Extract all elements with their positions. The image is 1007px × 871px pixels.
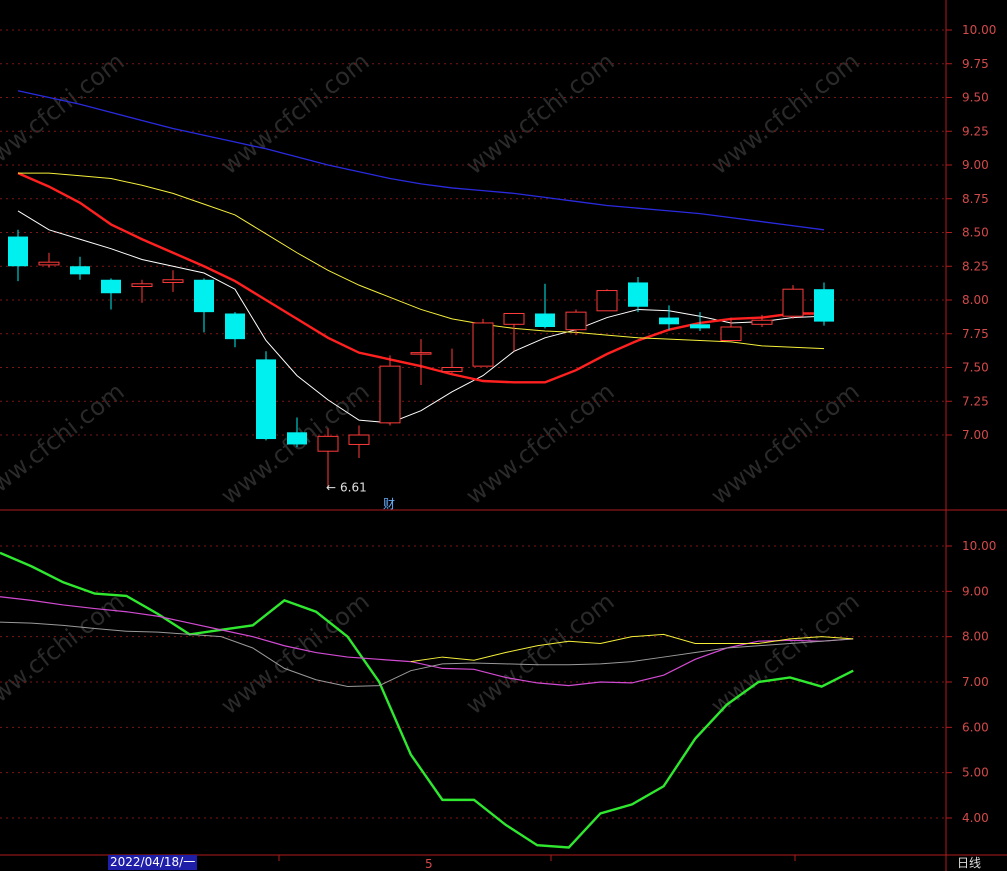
main-price-tick-label: 7.25: [962, 394, 989, 408]
candle-body: [535, 313, 555, 327]
watermark-layer: www.cfchi.com www.cfchi.com www.cfchi.com w…: [0, 47, 865, 720]
main-price-tick-label: 7.50: [962, 361, 989, 375]
watermark-text: www.cfchi.com: [0, 377, 130, 510]
main-price-tick-label: 7.75: [962, 327, 989, 341]
candle-body: [317, 435, 339, 452]
candle-body: [287, 432, 307, 445]
indicator-tick-label: 8.00: [962, 630, 989, 644]
moving-average-line: [17, 90, 825, 231]
indicator-tick-label: 6.00: [962, 720, 989, 734]
candle-body: [101, 279, 121, 294]
main-price-tick-label: 9.00: [962, 158, 989, 172]
candle-body: [194, 279, 214, 313]
low-price-label: 6.61: [340, 481, 367, 495]
watermark-text: www.cfchi.com: [461, 47, 620, 180]
watermark-text: www.cfchi.com: [216, 587, 375, 720]
watermark-text: www.cfchi.com: [461, 587, 620, 720]
candle-body: [659, 317, 679, 325]
indicator-tick-label: 10.00: [962, 539, 996, 553]
watermark-text: www.cfchi.com: [461, 377, 620, 510]
indicator-tick-label: 4.00: [962, 811, 989, 825]
main-price-tick-label: 8.25: [962, 259, 989, 273]
finance-event-marker[interactable]: 财: [383, 497, 395, 511]
candle-body: [379, 365, 401, 424]
candle-body: [596, 290, 618, 312]
candle-body: [690, 324, 710, 329]
candle-body: [162, 279, 184, 283]
candle-body: [38, 261, 60, 266]
main-price-tick-label: 9.25: [962, 124, 989, 138]
candle-body: [814, 289, 834, 322]
main-price-tick-label: 8.75: [962, 192, 989, 206]
annotations: 6.61 ← 财 5: [326, 481, 433, 871]
price-tick-labels: 10.00 9.75 9.50 9.25 9.00 8.75 8.50 8.25 8.00 7.7…: [962, 23, 996, 825]
candle-body: [8, 236, 28, 267]
candle-body: [256, 359, 276, 440]
date-cursor-label: 2022/04/18/一: [108, 855, 198, 870]
candle-body: [565, 311, 587, 331]
moving-average-line: [17, 210, 825, 424]
indicator-tick-label: 5.00: [962, 766, 989, 780]
main-price-tick-label: 7.00: [962, 428, 989, 442]
candle-body: [131, 283, 153, 287]
main-price-tick-label: 10.00: [962, 23, 996, 37]
candle-body: [70, 266, 90, 275]
watermark-text: www.cfchi.com: [0, 47, 130, 180]
candle-body: [348, 434, 370, 445]
candle-body: [628, 282, 648, 307]
indicator-line: [0, 621, 854, 688]
main-price-tick-label: 9.50: [962, 91, 989, 105]
period-selector[interactable]: 日线: [957, 856, 981, 871]
main-price-tick-label: 8.00: [962, 293, 989, 307]
candle-body: [225, 313, 245, 340]
candle-body: [720, 326, 742, 341]
main-price-tick-label: 8.50: [962, 226, 989, 240]
candle-body: [751, 319, 773, 325]
watermark-text: www.cfchi.com: [0, 587, 130, 720]
indicator-tick-label: 7.00: [962, 675, 989, 689]
watermark-text: www.cfchi.com: [216, 47, 375, 180]
watermark-text: www.cfchi.com: [706, 587, 865, 720]
candle-body: [472, 322, 494, 367]
candlestick-series: [8, 229, 834, 488]
x-marker-label: 5: [425, 857, 433, 871]
main-price-tick-label: 9.75: [962, 57, 989, 71]
candle-body: [410, 352, 432, 355]
candle-body: [441, 367, 463, 373]
indicator-tick-label: 9.00: [962, 584, 989, 598]
stock-chart: www.cfchi.com www.cfchi.com www.cfchi.com w…: [0, 0, 1007, 871]
candle-body: [782, 288, 804, 317]
candle-body: [503, 313, 525, 325]
watermark-text: www.cfchi.com: [706, 377, 865, 510]
low-arrow-icon: ←: [326, 481, 336, 495]
watermark-text: www.cfchi.com: [706, 47, 865, 180]
